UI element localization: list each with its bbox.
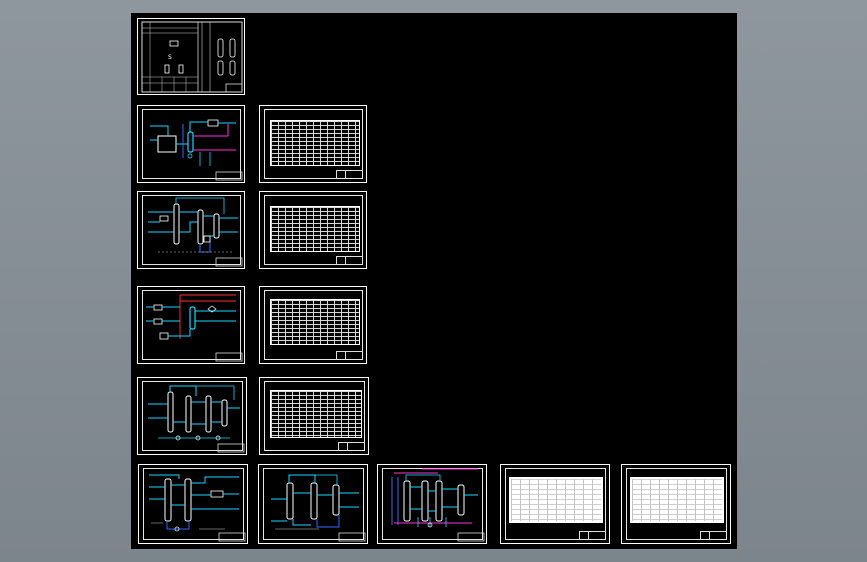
- pfd-sheet-5-drawing: [149, 474, 246, 542]
- title-block: [579, 531, 606, 540]
- drawing-canvas[interactable]: S: [131, 13, 737, 549]
- table-sheet-2[interactable]: [259, 191, 367, 269]
- pfd-sheet-4[interactable]: [137, 377, 247, 455]
- cover-sheet[interactable]: S: [137, 18, 245, 95]
- table-sheet-4[interactable]: [259, 377, 369, 455]
- table-sheet-5[interactable]: [500, 464, 610, 544]
- svg-text:S: S: [168, 54, 172, 61]
- cover-sheet-drawing: S: [141, 21, 243, 93]
- pfd-sheet-1-drawing: [150, 119, 243, 181]
- title-block: [336, 351, 363, 360]
- table-cells: [632, 479, 722, 521]
- table-sheet-3[interactable]: [259, 286, 367, 364]
- data-table: [270, 120, 360, 166]
- data-table: [270, 206, 360, 252]
- pfd-sheet-4-drawing: [148, 385, 245, 453]
- table-sheet-1[interactable]: [259, 105, 367, 183]
- title-block: [700, 531, 727, 540]
- pfd-sheet-6[interactable]: [258, 464, 368, 544]
- pfd-sheet-7-drawing: [391, 468, 485, 542]
- title-block: [336, 256, 363, 265]
- white-data-table: [509, 477, 603, 523]
- pfd-sheet-1[interactable]: [137, 105, 245, 183]
- data-table: [270, 299, 360, 345]
- title-block: [338, 442, 365, 451]
- pfd-sheet-3[interactable]: [137, 286, 245, 364]
- pfd-sheet-7[interactable]: [377, 464, 487, 544]
- data-table: [270, 390, 362, 438]
- title-block: [336, 170, 363, 179]
- pfd-sheet-6-drawing: [271, 474, 366, 542]
- pfd-sheet-2-drawing: [148, 197, 243, 267]
- pfd-sheet-5[interactable]: [138, 464, 248, 544]
- white-data-table: [630, 477, 724, 523]
- table-sheet-6[interactable]: [621, 464, 731, 544]
- pfd-sheet-2[interactable]: [137, 191, 245, 269]
- table-cells: [511, 479, 601, 521]
- pfd-sheet-3-drawing: [146, 294, 243, 362]
